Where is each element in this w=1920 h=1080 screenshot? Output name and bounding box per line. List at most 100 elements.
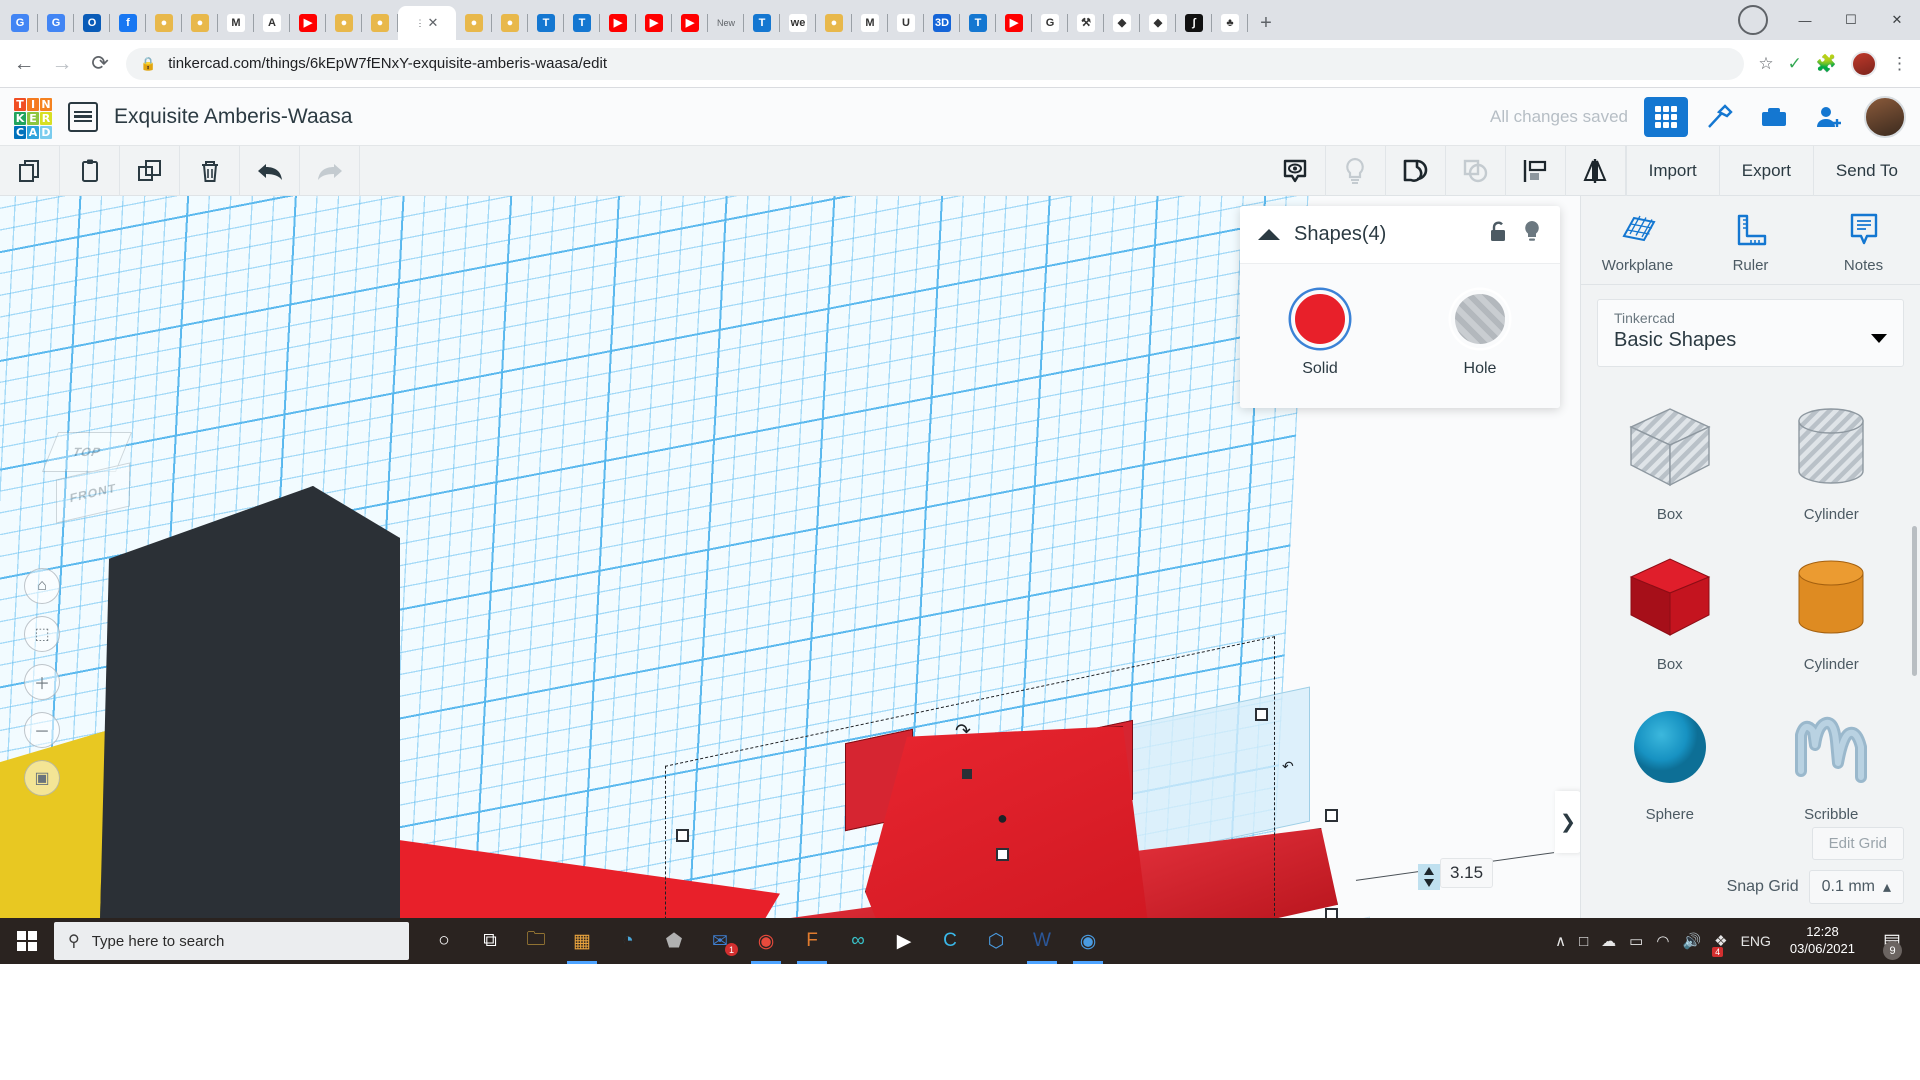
rotate-right-icon[interactable]: ↶ [1282,758,1294,775]
browser-tab-16[interactable]: ▶ [600,6,636,40]
vscode-app[interactable]: ⬡ [975,918,1017,964]
dropbox-icon[interactable]: ❖ 4 [1714,932,1727,951]
tinker-hammer-icon[interactable] [1698,97,1742,137]
forward-icon[interactable]: → [50,52,74,76]
browser-tab-12[interactable]: ● [456,6,492,40]
browser-tab-8[interactable]: ▶ [290,6,326,40]
resize-handle-t[interactable] [962,769,972,779]
sidebar-scrollbar[interactable] [1912,526,1917,676]
browser-tab-19[interactable]: New [708,6,744,40]
browser-tab-7[interactable]: A [254,6,290,40]
3d-canvas[interactable]: ● ↷ ↺ ↶ 26.80 59.20 3.15 TOP FRONT ⌂⬚＋－▣… [0,196,1580,918]
extensions-puzzle-icon[interactable]: 🧩 [1816,54,1837,74]
resize-handle-r[interactable] [1325,809,1338,822]
profile-avatar[interactable] [1851,51,1877,77]
snap-grid-select[interactable]: 0.1 mm ▴ [1809,870,1904,904]
zoom-out-button[interactable]: － [24,712,60,748]
tab-close-icon[interactable]: ✕ [428,15,439,31]
chevron-down-icon[interactable] [1871,334,1887,343]
browser-tab-31[interactable]: ◆ [1140,6,1176,40]
height-handle[interactable] [996,848,1009,861]
word-app[interactable]: W [1021,918,1063,964]
chrome-app[interactable]: ◉ [745,918,787,964]
rotate-top-icon[interactable]: ↷ [955,720,971,743]
browser-tab-32[interactable]: ∫ [1176,6,1212,40]
browser-tab-10[interactable]: ● [362,6,398,40]
extension-circle-icon[interactable] [1738,5,1768,35]
close-window-button[interactable]: ✕ [1874,4,1920,36]
show-hidden-icons[interactable]: ∧ [1555,932,1566,950]
browser-tab-33[interactable]: ♣ [1212,6,1248,40]
browser-tab-20[interactable]: T [744,6,780,40]
address-bar[interactable]: 🔒 tinkercad.com/things/6kEpW7fENxY-exqui… [126,48,1744,80]
notes-tool[interactable]: Notes [1807,210,1920,274]
mail-app[interactable]: ✉1 [699,918,741,964]
shape-cylinder-hole[interactable]: Cylinder [1753,389,1911,535]
export-button[interactable]: Export [1719,146,1813,196]
browser-tab-11[interactable]: ⋮✕ [398,6,456,40]
zoom-in-button[interactable]: ＋ [24,664,60,700]
lightbulb-icon[interactable] [1326,146,1386,196]
delete-icon[interactable] [180,146,240,196]
cura-app[interactable]: C [929,918,971,964]
camera-tray-icon[interactable]: □ [1579,933,1588,950]
browser-tab-29[interactable]: ⚒ [1068,6,1104,40]
browser-tab-13[interactable]: ● [492,6,528,40]
ungroup-icon[interactable] [1446,146,1506,196]
redo-icon[interactable] [300,146,360,196]
store-app[interactable]: ▦ [561,918,603,964]
fit-view-button[interactable]: ⬚ [24,616,60,652]
solid-swatch[interactable] [1291,290,1349,348]
paste-icon[interactable] [60,146,120,196]
panel-collapse-tab[interactable]: ❯ [1555,791,1580,853]
browser-tab-27[interactable]: ▶ [996,6,1032,40]
taskbar-clock[interactable]: 12:28 03/06/2021 [1784,924,1861,958]
fusion-app[interactable]: F [791,918,833,964]
ruler-tool[interactable]: Ruler [1694,210,1807,274]
brave-app[interactable]: ⬟ [653,918,695,964]
browser-tab-26[interactable]: T [960,6,996,40]
wifi-icon[interactable]: ◠ [1656,932,1669,950]
shape-cylinder-orange[interactable]: Cylinder [1753,539,1911,685]
hole-option[interactable]: Hole [1451,290,1509,378]
shape-scribble[interactable]: Scribble [1753,689,1911,827]
browser-tab-28[interactable]: G [1032,6,1068,40]
browser-tab-25[interactable]: 3D [924,6,960,40]
solid-option[interactable]: Solid [1291,290,1349,378]
language-indicator[interactable]: ENG [1741,933,1771,949]
mirror-icon[interactable] [1566,146,1626,196]
chrome2-app[interactable]: ◉ [1067,918,1109,964]
home-view-button[interactable]: ⌂ [24,568,60,604]
height-gizmo[interactable] [1418,864,1440,890]
browser-tab-2[interactable]: O [74,6,110,40]
onedrive-icon[interactable]: ☁ [1601,932,1616,950]
shape-box-hole[interactable]: Box [1591,389,1749,535]
new-tab-button[interactable]: + [1252,9,1280,37]
browser-tab-15[interactable]: T [564,6,600,40]
hole-swatch[interactable] [1451,290,1509,348]
browser-tab-22[interactable]: ● [816,6,852,40]
lock-icon[interactable] [1488,221,1508,249]
collapse-caret-icon[interactable] [1258,229,1280,240]
gallery-icon[interactable] [1752,97,1796,137]
browser-tab-1[interactable]: G [38,6,74,40]
back-icon[interactable]: ← [12,52,36,76]
shape-library-select[interactable]: Tinkercad Basic Shapes [1597,299,1904,367]
browser-tab-9[interactable]: ● [326,6,362,40]
show-hide-icon[interactable] [1266,146,1326,196]
browser-tab-14[interactable]: T [528,6,564,40]
volume-icon[interactable]: 🔊 [1682,932,1701,950]
resize-handle-tl[interactable] [676,829,689,842]
minimize-button[interactable]: — [1782,4,1828,36]
infinity-app[interactable]: ∞ [837,918,879,964]
browser-tab-0[interactable]: G [2,6,38,40]
reload-icon[interactable]: ⟳ [88,51,112,76]
apps-grid-icon[interactable] [1644,97,1688,137]
add-user-icon[interactable] [1806,97,1850,137]
cone-handle-icon[interactable]: ● [997,808,1008,829]
chrome-menu-icon[interactable]: ⋮ [1891,54,1908,74]
send-to-button[interactable]: Send To [1813,146,1920,196]
browser-tab-3[interactable]: f [110,6,146,40]
camera-app[interactable]: ▶ [883,918,925,964]
browser-tab-21[interactable]: we [780,6,816,40]
